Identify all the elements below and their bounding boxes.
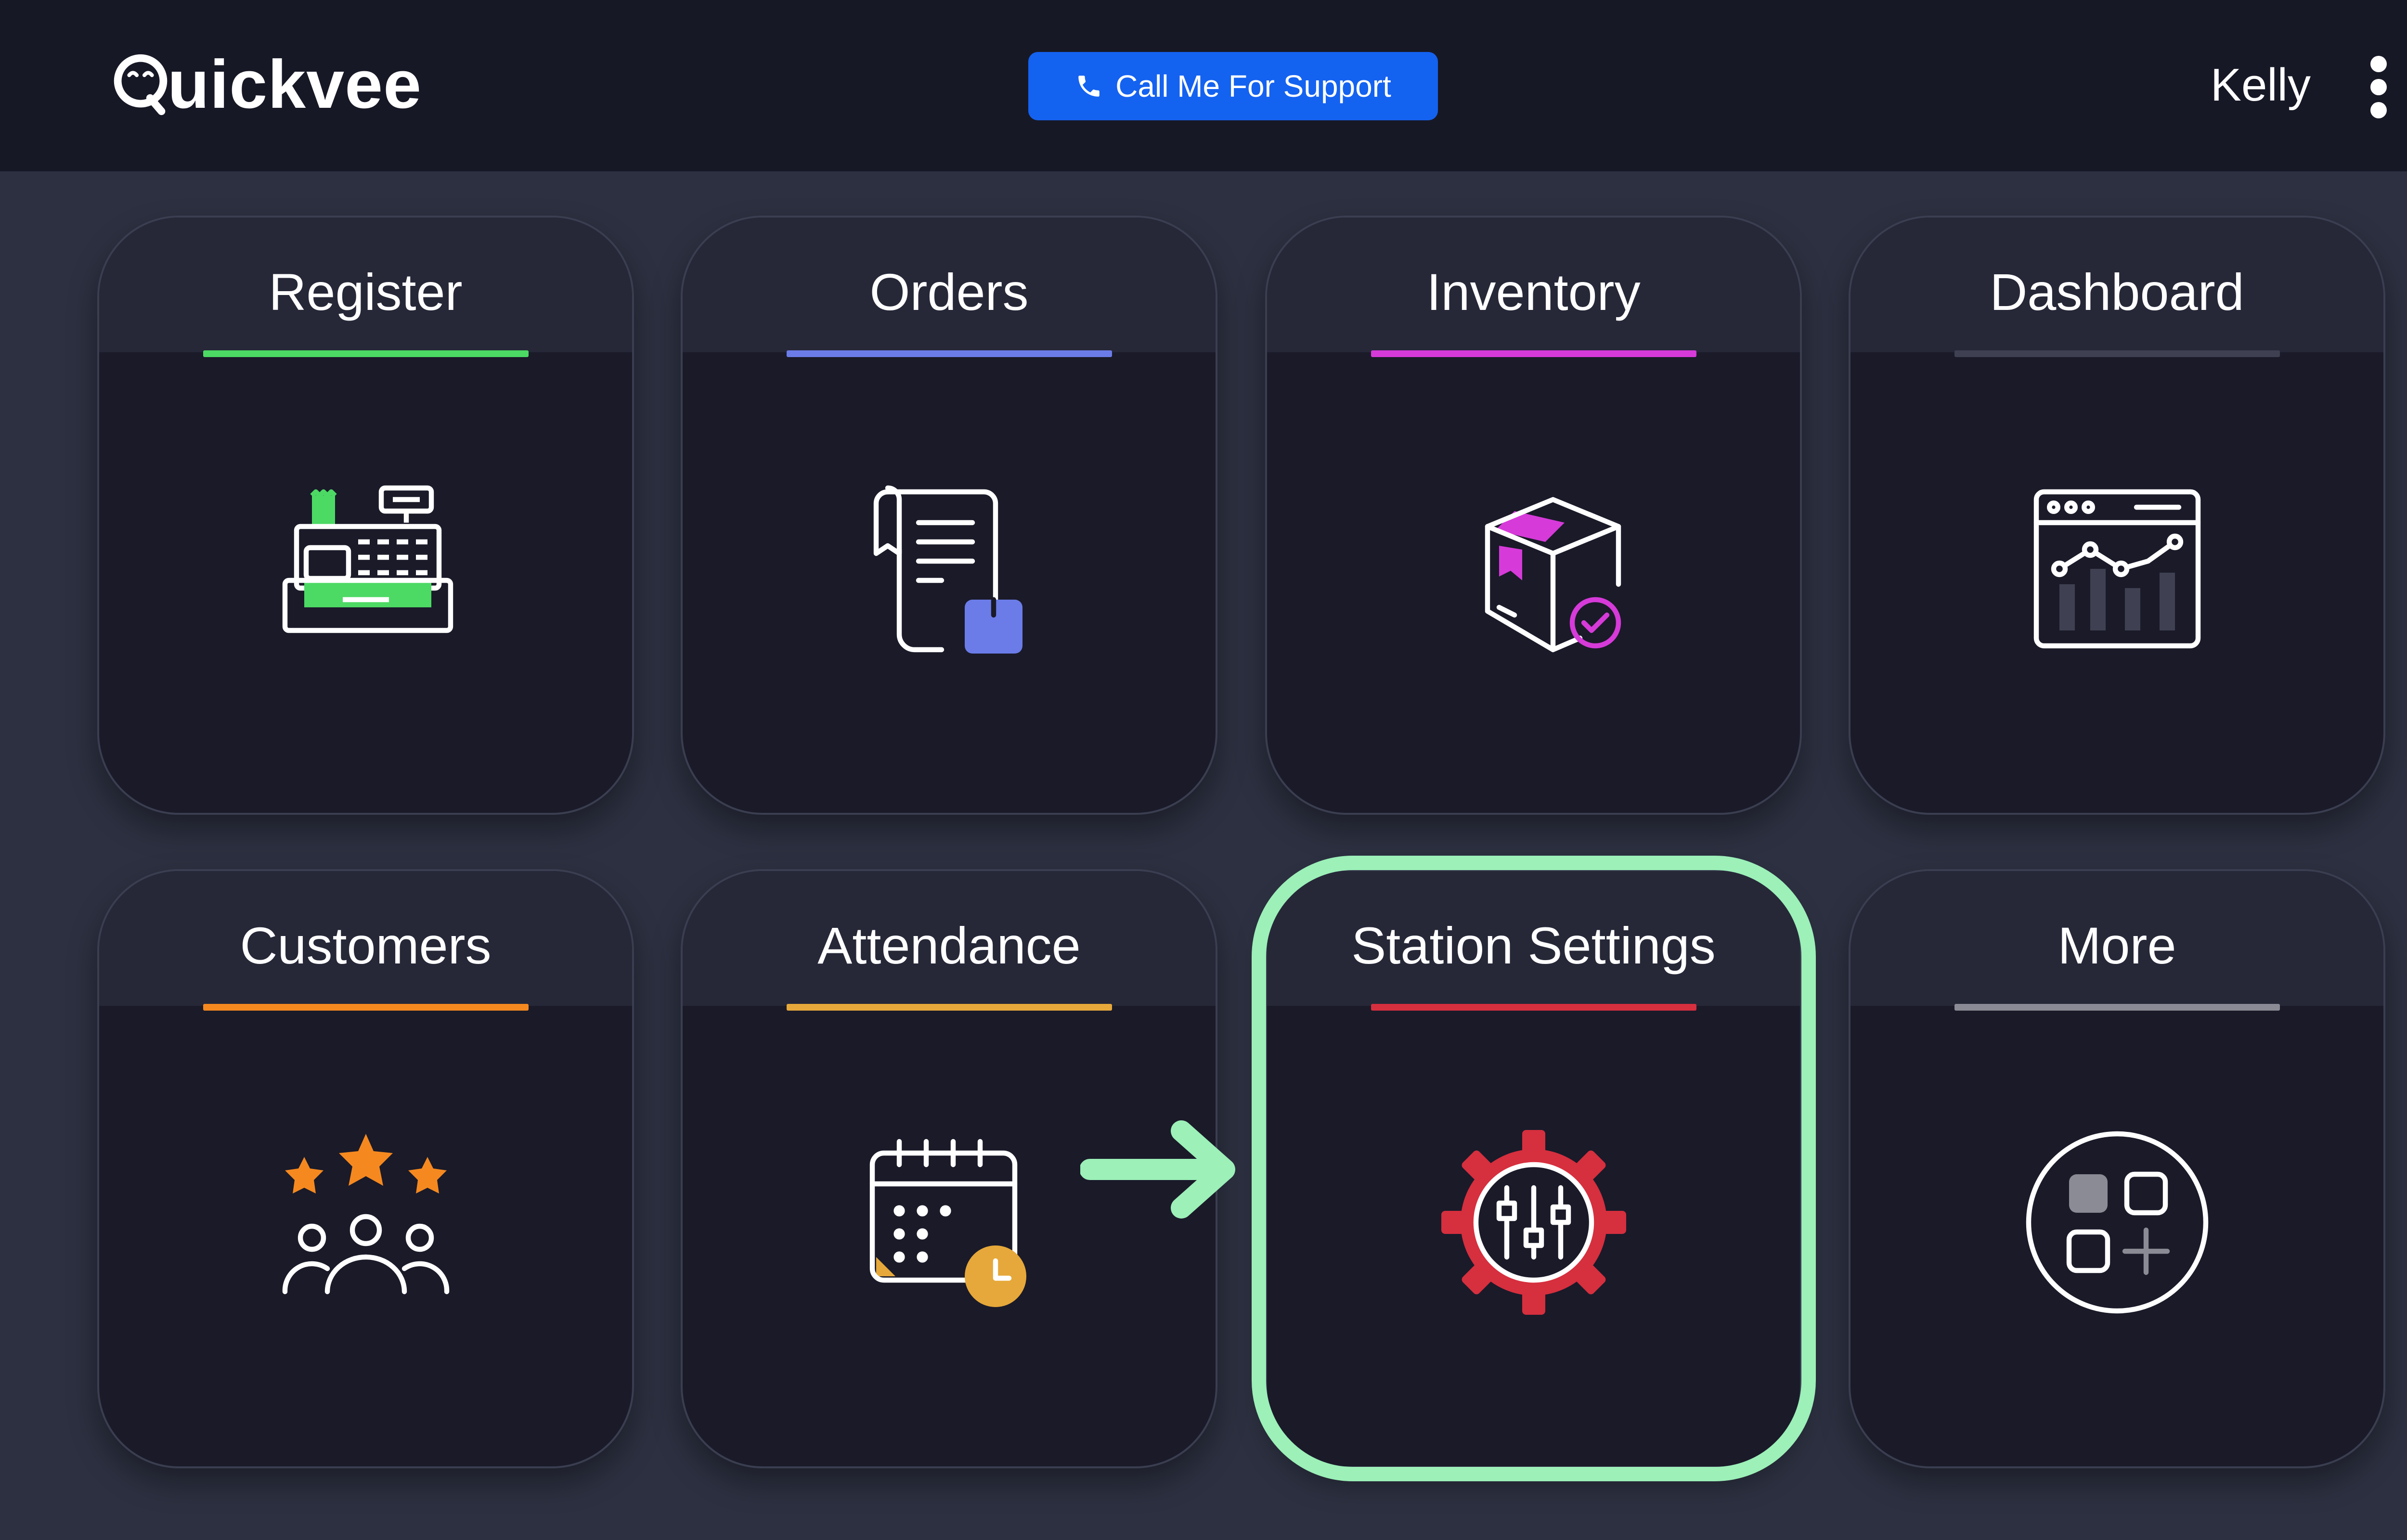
receipt-icon	[853, 473, 1046, 665]
kebab-dot	[2370, 56, 2387, 72]
tile-accent-line	[1371, 350, 1696, 357]
tile-accent-line	[786, 1004, 1112, 1011]
user-name[interactable]: Kelly	[2211, 54, 2311, 116]
kebab-dot	[2370, 102, 2387, 118]
settings-gear-sliders-icon	[1437, 1126, 1630, 1319]
logo-q-icon	[114, 54, 168, 116]
quickvee-logo[interactable]: uickvee	[112, 46, 422, 123]
customers-rating-icon	[270, 1126, 462, 1319]
tile-title: Inventory	[1426, 263, 1641, 321]
top-bar: uickvee Call Me For Support Kelly	[0, 0, 2407, 171]
tile-title: Station Settings	[1351, 916, 1716, 975]
tile-station-settings[interactable]: Station Settings	[1265, 869, 1802, 1468]
kebab-dot	[2370, 79, 2387, 95]
tile-title: More	[2058, 916, 2176, 975]
logo-text: uickvee	[168, 46, 422, 123]
cash-register-icon	[270, 473, 462, 665]
call-support-button[interactable]: Call Me For Support	[1028, 52, 1438, 120]
tile-accent-line	[786, 350, 1112, 357]
tile-title: Attendance	[817, 916, 1081, 975]
calendar-clock-icon	[853, 1126, 1046, 1319]
tile-more[interactable]: More	[1849, 869, 2385, 1468]
more-apps-icon	[2021, 1126, 2213, 1319]
tile-accent-line	[1954, 1004, 2280, 1011]
tile-title: Register	[269, 263, 463, 321]
analytics-dashboard-icon	[2021, 473, 2213, 665]
tile-customers[interactable]: Customers	[97, 869, 634, 1468]
support-button-label: Call Me For Support	[1115, 69, 1391, 103]
package-check-icon	[1437, 473, 1630, 665]
tile-accent-line	[203, 1004, 529, 1011]
tile-title: Customers	[240, 916, 492, 975]
tile-orders[interactable]: Orders	[681, 216, 1217, 815]
tile-accent-line	[1954, 350, 2280, 357]
tile-title: Dashboard	[1990, 263, 2244, 321]
tile-accent-line	[203, 350, 529, 357]
tile-accent-line	[1371, 1004, 1696, 1011]
pointer-arrow-icon	[1080, 1120, 1235, 1219]
tile-register[interactable]: Register	[97, 216, 634, 815]
tile-inventory[interactable]: Inventory	[1265, 216, 1802, 815]
tile-dashboard[interactable]: Dashboard	[1849, 216, 2385, 815]
kebab-menu-icon[interactable]	[2362, 51, 2395, 123]
phone-icon	[1078, 76, 1100, 97]
tile-title: Orders	[869, 263, 1029, 321]
